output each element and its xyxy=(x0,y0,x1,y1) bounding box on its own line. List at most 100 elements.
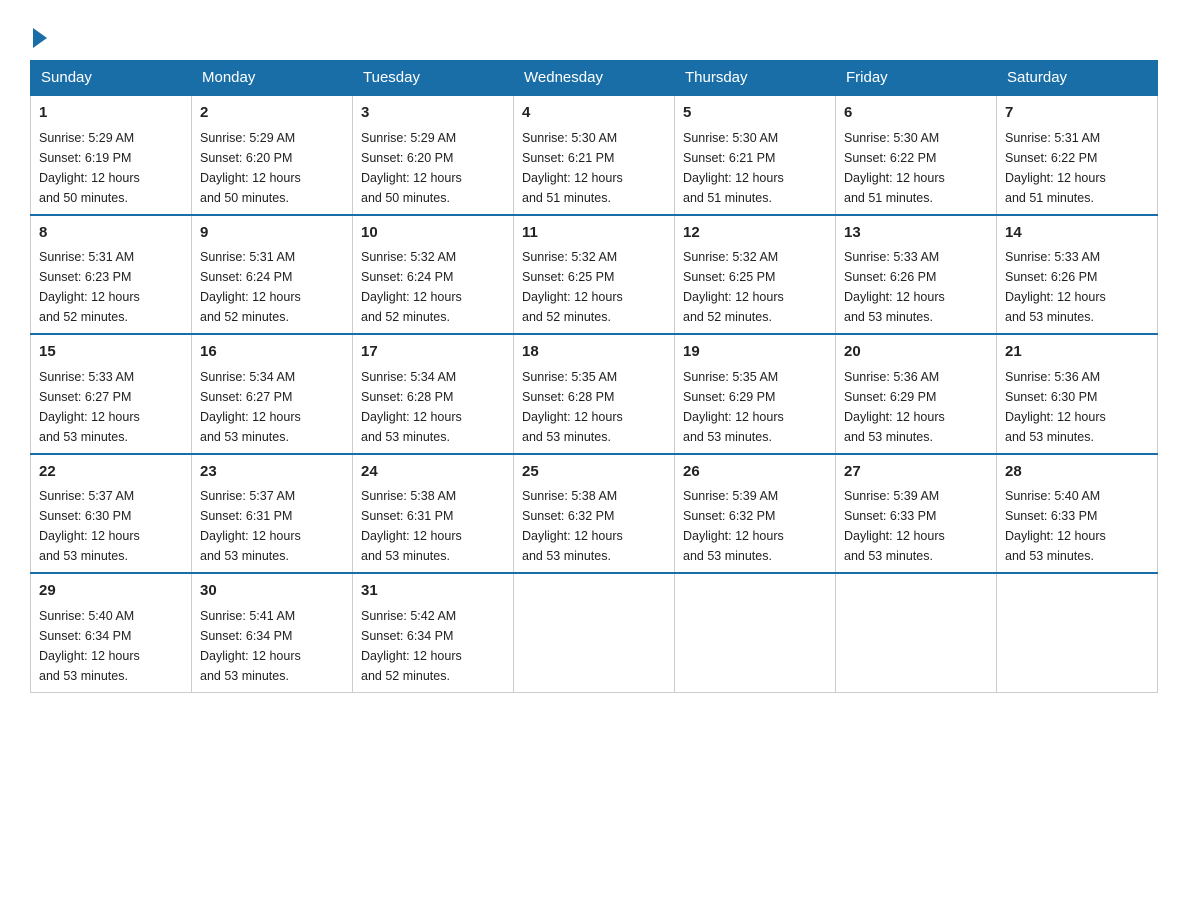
calendar-day-cell: 21 Sunrise: 5:36 AMSunset: 6:30 PMDayligh… xyxy=(997,334,1158,454)
day-number: 8 xyxy=(39,222,183,245)
day-number: 27 xyxy=(844,461,988,484)
day-info: Sunrise: 5:33 AMSunset: 6:26 PMDaylight:… xyxy=(1005,247,1149,327)
day-number: 22 xyxy=(39,461,183,484)
calendar-day-cell: 28Sunrise: 5:40 AMSunset: 6:33 PMDayligh… xyxy=(997,454,1158,574)
day-number: 11 xyxy=(522,222,666,245)
day-info: Sunrise: 5:30 AMSunset: 6:22 PMDaylight:… xyxy=(844,128,988,208)
day-info: Sunrise: 5:35 AMSunset: 6:29 PMDaylight:… xyxy=(683,367,827,447)
day-info: Sunrise: 5:30 AMSunset: 6:21 PMDaylight:… xyxy=(683,128,827,208)
day-number: 17 xyxy=(361,341,505,364)
calendar-week-row: 29Sunrise: 5:40 AMSunset: 6:34 PMDayligh… xyxy=(31,573,1158,692)
day-number: 20 xyxy=(844,341,988,364)
calendar-week-row: 15 Sunrise: 5:33 AMSunset: 6:27 PMDayligh… xyxy=(31,334,1158,454)
calendar-day-cell: 11Sunrise: 5:32 AMSunset: 6:25 PMDayligh… xyxy=(514,215,675,335)
weekday-header-wednesday: Wednesday xyxy=(514,61,675,96)
day-number: 4 xyxy=(522,102,666,125)
day-number: 19 xyxy=(683,341,827,364)
day-info: Sunrise: 5:29 AMSunset: 6:19 PMDaylight:… xyxy=(39,128,183,208)
day-info: Sunrise: 5:39 AMSunset: 6:32 PMDaylight:… xyxy=(683,486,827,566)
day-info: Sunrise: 5:41 AMSunset: 6:34 PMDaylight:… xyxy=(200,606,344,686)
day-info: Sunrise: 5:37 AMSunset: 6:30 PMDaylight:… xyxy=(39,486,183,566)
day-number: 31 xyxy=(361,580,505,603)
day-number: 16 xyxy=(200,341,344,364)
calendar-empty-cell xyxy=(836,573,997,692)
calendar-empty-cell xyxy=(675,573,836,692)
calendar-day-cell: 22Sunrise: 5:37 AMSunset: 6:30 PMDayligh… xyxy=(31,454,192,574)
day-number: 26 xyxy=(683,461,827,484)
day-info: Sunrise: 5:38 AMSunset: 6:31 PMDaylight:… xyxy=(361,486,505,566)
day-number: 14 xyxy=(1005,222,1149,245)
calendar-day-cell: 9Sunrise: 5:31 AMSunset: 6:24 PMDaylight… xyxy=(192,215,353,335)
calendar-week-row: 22Sunrise: 5:37 AMSunset: 6:30 PMDayligh… xyxy=(31,454,1158,574)
day-info: Sunrise: 5:34 AMSunset: 6:28 PMDaylight:… xyxy=(361,367,505,447)
day-info: Sunrise: 5:32 AMSunset: 6:24 PMDaylight:… xyxy=(361,247,505,327)
calendar-day-cell: 13Sunrise: 5:33 AMSunset: 6:26 PMDayligh… xyxy=(836,215,997,335)
calendar-day-cell: 25Sunrise: 5:38 AMSunset: 6:32 PMDayligh… xyxy=(514,454,675,574)
day-number: 30 xyxy=(200,580,344,603)
day-number: 10 xyxy=(361,222,505,245)
day-info: Sunrise: 5:35 AMSunset: 6:28 PMDaylight:… xyxy=(522,367,666,447)
calendar-day-cell: 23Sunrise: 5:37 AMSunset: 6:31 PMDayligh… xyxy=(192,454,353,574)
calendar-day-cell: 24Sunrise: 5:38 AMSunset: 6:31 PMDayligh… xyxy=(353,454,514,574)
day-info: Sunrise: 5:40 AMSunset: 6:34 PMDaylight:… xyxy=(39,606,183,686)
calendar-day-cell: 20 Sunrise: 5:36 AMSunset: 6:29 PMDayligh… xyxy=(836,334,997,454)
day-info: Sunrise: 5:36 AMSunset: 6:29 PMDaylight:… xyxy=(844,367,988,447)
day-info: Sunrise: 5:31 AMSunset: 6:24 PMDaylight:… xyxy=(200,247,344,327)
day-info: Sunrise: 5:36 AMSunset: 6:30 PMDaylight:… xyxy=(1005,367,1149,447)
calendar-day-cell: 16Sunrise: 5:34 AMSunset: 6:27 PMDayligh… xyxy=(192,334,353,454)
calendar-day-cell: 1 Sunrise: 5:29 AMSunset: 6:19 PMDaylight… xyxy=(31,95,192,215)
day-number: 1 xyxy=(39,102,183,125)
day-info: Sunrise: 5:31 AMSunset: 6:22 PMDaylight:… xyxy=(1005,128,1149,208)
day-number: 18 xyxy=(522,341,666,364)
day-info: Sunrise: 5:31 AMSunset: 6:23 PMDaylight:… xyxy=(39,247,183,327)
weekday-header-saturday: Saturday xyxy=(997,61,1158,96)
day-number: 5 xyxy=(683,102,827,125)
calendar-day-cell: 7 Sunrise: 5:31 AMSunset: 6:22 PMDaylight… xyxy=(997,95,1158,215)
calendar-header-row: SundayMondayTuesdayWednesdayThursdayFrid… xyxy=(31,61,1158,96)
day-number: 25 xyxy=(522,461,666,484)
weekday-header-friday: Friday xyxy=(836,61,997,96)
day-number: 6 xyxy=(844,102,988,125)
calendar-day-cell: 12Sunrise: 5:32 AMSunset: 6:25 PMDayligh… xyxy=(675,215,836,335)
day-info: Sunrise: 5:39 AMSunset: 6:33 PMDaylight:… xyxy=(844,486,988,566)
day-info: Sunrise: 5:40 AMSunset: 6:33 PMDaylight:… xyxy=(1005,486,1149,566)
calendar-day-cell: 4 Sunrise: 5:30 AMSunset: 6:21 PMDaylight… xyxy=(514,95,675,215)
calendar-day-cell: 27Sunrise: 5:39 AMSunset: 6:33 PMDayligh… xyxy=(836,454,997,574)
calendar-day-cell: 2Sunrise: 5:29 AMSunset: 6:20 PMDaylight… xyxy=(192,95,353,215)
day-number: 7 xyxy=(1005,102,1149,125)
calendar-table: SundayMondayTuesdayWednesdayThursdayFrid… xyxy=(30,60,1158,693)
day-info: Sunrise: 5:30 AMSunset: 6:21 PMDaylight:… xyxy=(522,128,666,208)
day-number: 28 xyxy=(1005,461,1149,484)
logo-arrow-icon xyxy=(33,28,47,48)
calendar-day-cell: 15 Sunrise: 5:33 AMSunset: 6:27 PMDayligh… xyxy=(31,334,192,454)
calendar-day-cell: 19 Sunrise: 5:35 AMSunset: 6:29 PMDayligh… xyxy=(675,334,836,454)
calendar-day-cell: 29Sunrise: 5:40 AMSunset: 6:34 PMDayligh… xyxy=(31,573,192,692)
page-header xyxy=(30,20,1158,48)
day-info: Sunrise: 5:33 AMSunset: 6:27 PMDaylight:… xyxy=(39,367,183,447)
calendar-week-row: 8Sunrise: 5:31 AMSunset: 6:23 PMDaylight… xyxy=(31,215,1158,335)
weekday-header-tuesday: Tuesday xyxy=(353,61,514,96)
day-info: Sunrise: 5:33 AMSunset: 6:26 PMDaylight:… xyxy=(844,247,988,327)
weekday-header-thursday: Thursday xyxy=(675,61,836,96)
day-info: Sunrise: 5:29 AMSunset: 6:20 PMDaylight:… xyxy=(361,128,505,208)
day-number: 15 xyxy=(39,341,183,364)
calendar-empty-cell xyxy=(514,573,675,692)
day-number: 3 xyxy=(361,102,505,125)
day-number: 13 xyxy=(844,222,988,245)
day-number: 2 xyxy=(200,102,344,125)
day-info: Sunrise: 5:37 AMSunset: 6:31 PMDaylight:… xyxy=(200,486,344,566)
day-number: 23 xyxy=(200,461,344,484)
day-info: Sunrise: 5:32 AMSunset: 6:25 PMDaylight:… xyxy=(522,247,666,327)
calendar-day-cell: 26Sunrise: 5:39 AMSunset: 6:32 PMDayligh… xyxy=(675,454,836,574)
weekday-header-sunday: Sunday xyxy=(31,61,192,96)
day-number: 21 xyxy=(1005,341,1149,364)
day-number: 12 xyxy=(683,222,827,245)
day-info: Sunrise: 5:42 AMSunset: 6:34 PMDaylight:… xyxy=(361,606,505,686)
logo xyxy=(30,20,48,48)
calendar-day-cell: 3 Sunrise: 5:29 AMSunset: 6:20 PMDaylight… xyxy=(353,95,514,215)
calendar-day-cell: 30 Sunrise: 5:41 AMSunset: 6:34 PMDayligh… xyxy=(192,573,353,692)
calendar-day-cell: 31 Sunrise: 5:42 AMSunset: 6:34 PMDayligh… xyxy=(353,573,514,692)
calendar-day-cell: 18 Sunrise: 5:35 AMSunset: 6:28 PMDayligh… xyxy=(514,334,675,454)
calendar-week-row: 1 Sunrise: 5:29 AMSunset: 6:19 PMDaylight… xyxy=(31,95,1158,215)
day-info: Sunrise: 5:38 AMSunset: 6:32 PMDaylight:… xyxy=(522,486,666,566)
